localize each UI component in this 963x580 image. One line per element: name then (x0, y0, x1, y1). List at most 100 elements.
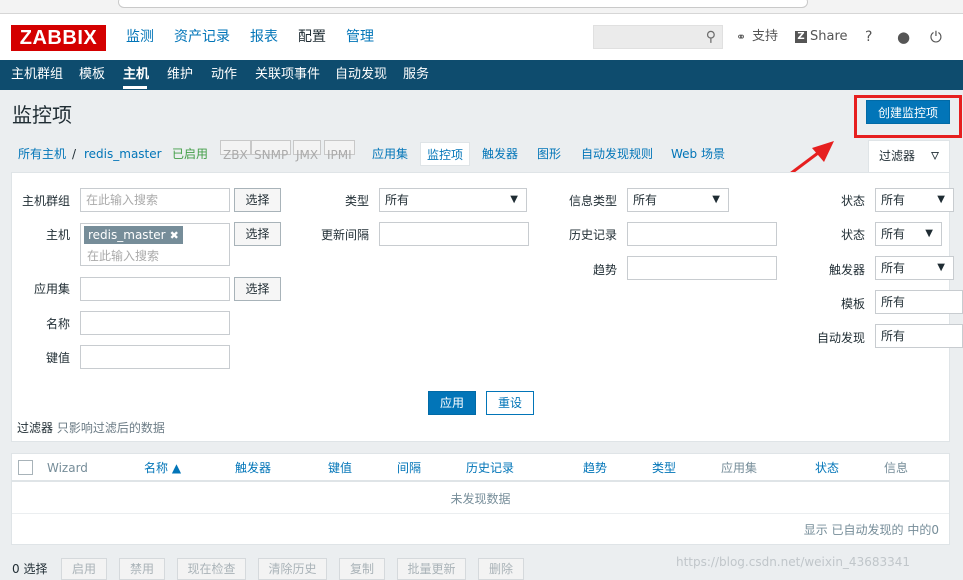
subnav-services[interactable]: 服务 (403, 60, 429, 90)
triggers-select-value: 所有 (881, 261, 906, 275)
column-wizard: Wizard (47, 461, 88, 475)
availability-snmp: SNMP (251, 140, 292, 162)
interval-input[interactable] (379, 222, 529, 246)
discovery-label: 自动发现 (816, 331, 865, 345)
logout-icon[interactable]: ⏻ (930, 14, 942, 60)
share-link[interactable]: Share (810, 14, 848, 60)
menu-reports[interactable]: 报表 (242, 14, 286, 60)
host-select-button[interactable]: 选择 (234, 222, 281, 246)
menu-configuration[interactable]: 配置 (290, 14, 334, 60)
key-input[interactable] (80, 345, 230, 369)
apply-filter-button[interactable]: 应用 (428, 391, 476, 415)
mass-update-button[interactable]: 批量更新 (397, 558, 466, 580)
column-status[interactable]: 状态 (815, 454, 839, 482)
status-select-value: 所有 (881, 227, 906, 241)
tab-graphs[interactable]: 图形 (537, 140, 561, 168)
active-tab-indicator (123, 86, 147, 89)
url-box[interactable] (118, 0, 808, 8)
tab-items[interactable]: 监控项 (420, 142, 471, 166)
host-group-select-button[interactable]: 选择 (234, 188, 281, 212)
selected-count: 0 选择 (12, 562, 48, 576)
column-trends[interactable]: 趋势 (583, 454, 607, 482)
copy-button[interactable]: 复制 (339, 558, 385, 580)
column-info: 信息 (884, 461, 909, 475)
tab-web-scenarios[interactable]: Web 场景 (671, 140, 725, 168)
host-label: 主机 (45, 228, 70, 242)
watermark: https://blog.csdn.net/weixin_43683341 (676, 555, 911, 569)
clear-history-button[interactable]: 清除历史 (258, 558, 327, 580)
search-icon[interactable]: ⚲ (706, 29, 716, 45)
template-select[interactable]: 所有 (875, 290, 963, 314)
subnav-templates[interactable]: 模板 (79, 60, 105, 90)
subnav-actions[interactable]: 动作 (211, 60, 237, 90)
dropdown-arrow-icon: ▼ (937, 194, 945, 205)
column-history[interactable]: 历史记录 (466, 454, 514, 482)
dropdown-arrow-icon: ▼ (712, 194, 720, 205)
table-header: Wizard 名称 ▲ 触发器 键值 间隔 历史记录 趋势 类型 应用集 状态 … (12, 454, 949, 482)
sub-navigation: 主机群组 模板 主机 维护 动作 关联项事件 自动发现 服务 (0, 60, 963, 90)
support-link[interactable]: 支持 (752, 14, 778, 60)
global-search-input[interactable]: ⚲ (593, 25, 723, 49)
host-breadcrumbs: 所有主机 / redis_master 已启用 ZBX SNMP JMX IPM… (0, 140, 963, 170)
key-label: 键值 (45, 351, 70, 365)
host-status-enabled[interactable]: 已启用 (172, 140, 208, 168)
help-link[interactable]: ? (865, 14, 872, 60)
filter-tab[interactable]: 过滤器 ▿ (868, 140, 950, 173)
state-label: 状态 (840, 194, 865, 208)
column-triggers[interactable]: 触发器 (235, 454, 271, 482)
breadcrumb-all-hosts[interactable]: 所有主机 (18, 140, 66, 168)
host-group-input[interactable]: 在此输入搜索 (80, 188, 230, 212)
enable-button[interactable]: 启用 (61, 558, 107, 580)
discovery-select[interactable]: 所有 (875, 324, 963, 348)
triggers-select[interactable]: 所有 ▼ (875, 256, 954, 280)
name-input[interactable] (80, 311, 230, 335)
type-select[interactable]: 所有 ▼ (379, 188, 527, 212)
application-input[interactable] (80, 277, 230, 301)
tab-triggers[interactable]: 触发器 (482, 140, 518, 168)
browser-bar (0, 0, 963, 14)
table-footer: 显示 已自动发现的 中的0 (803, 523, 939, 537)
breadcrumb-host[interactable]: redis_master (84, 140, 162, 168)
tab-discovery-rules[interactable]: 自动发现规则 (581, 140, 653, 168)
select-all-checkbox[interactable] (18, 460, 33, 475)
main-menu: 监测 资产记录 报表 配置 管理 (118, 14, 386, 60)
info-type-select[interactable]: 所有 ▼ (627, 188, 729, 212)
host-multiselect[interactable]: redis_master ✖ 在此输入搜索 (80, 223, 230, 266)
application-select-button[interactable]: 选择 (234, 277, 281, 301)
status-select[interactable]: 所有 ▼ (875, 222, 942, 246)
column-key[interactable]: 键值 (328, 454, 352, 482)
column-interval[interactable]: 间隔 (397, 454, 421, 482)
trend-input[interactable] (627, 256, 777, 280)
delete-button[interactable]: 删除 (478, 558, 524, 580)
user-profile-icon[interactable]: ● (897, 14, 910, 60)
triggers-label: 触发器 (828, 263, 865, 277)
menu-administration[interactable]: 管理 (338, 14, 382, 60)
subnav-maintenance[interactable]: 维护 (167, 60, 193, 90)
tab-applications[interactable]: 应用集 (372, 140, 408, 168)
annotation-highlight-box (854, 95, 962, 138)
reset-filter-button[interactable]: 重设 (486, 391, 534, 415)
subnav-host-groups[interactable]: 主机群组 (11, 60, 63, 90)
history-input[interactable] (627, 222, 777, 246)
type-select-value: 所有 (385, 193, 410, 207)
state-select[interactable]: 所有 ▼ (875, 188, 954, 212)
items-table: Wizard 名称 ▲ 触发器 键值 间隔 历史记录 趋势 类型 应用集 状态 … (11, 453, 950, 545)
dropdown-arrow-icon: ▼ (925, 228, 933, 239)
remove-chip-icon[interactable]: ✖ (170, 229, 179, 242)
subnav-event-correlation[interactable]: 关联项事件 (255, 60, 320, 90)
menu-inventory[interactable]: 资产记录 (166, 14, 238, 60)
subnav-discovery[interactable]: 自动发现 (335, 60, 387, 90)
zabbix-logo[interactable]: ZABBIX (11, 25, 106, 51)
trend-label: 趋势 (592, 263, 617, 277)
check-now-button[interactable]: 现在检查 (177, 558, 246, 580)
host-search-placeholder[interactable]: 在此输入搜索 (87, 247, 159, 264)
filter-icon: ▿ (930, 145, 939, 164)
filter-note-title: 过滤器 (17, 421, 54, 435)
column-name[interactable]: 名称 ▲ (144, 454, 181, 482)
application-label: 应用集 (33, 282, 70, 296)
column-applications: 应用集 (721, 461, 758, 475)
disable-button[interactable]: 禁用 (119, 558, 165, 580)
host-chip[interactable]: redis_master ✖ (84, 226, 183, 244)
column-type[interactable]: 类型 (652, 454, 676, 482)
menu-monitoring[interactable]: 监测 (118, 14, 162, 60)
